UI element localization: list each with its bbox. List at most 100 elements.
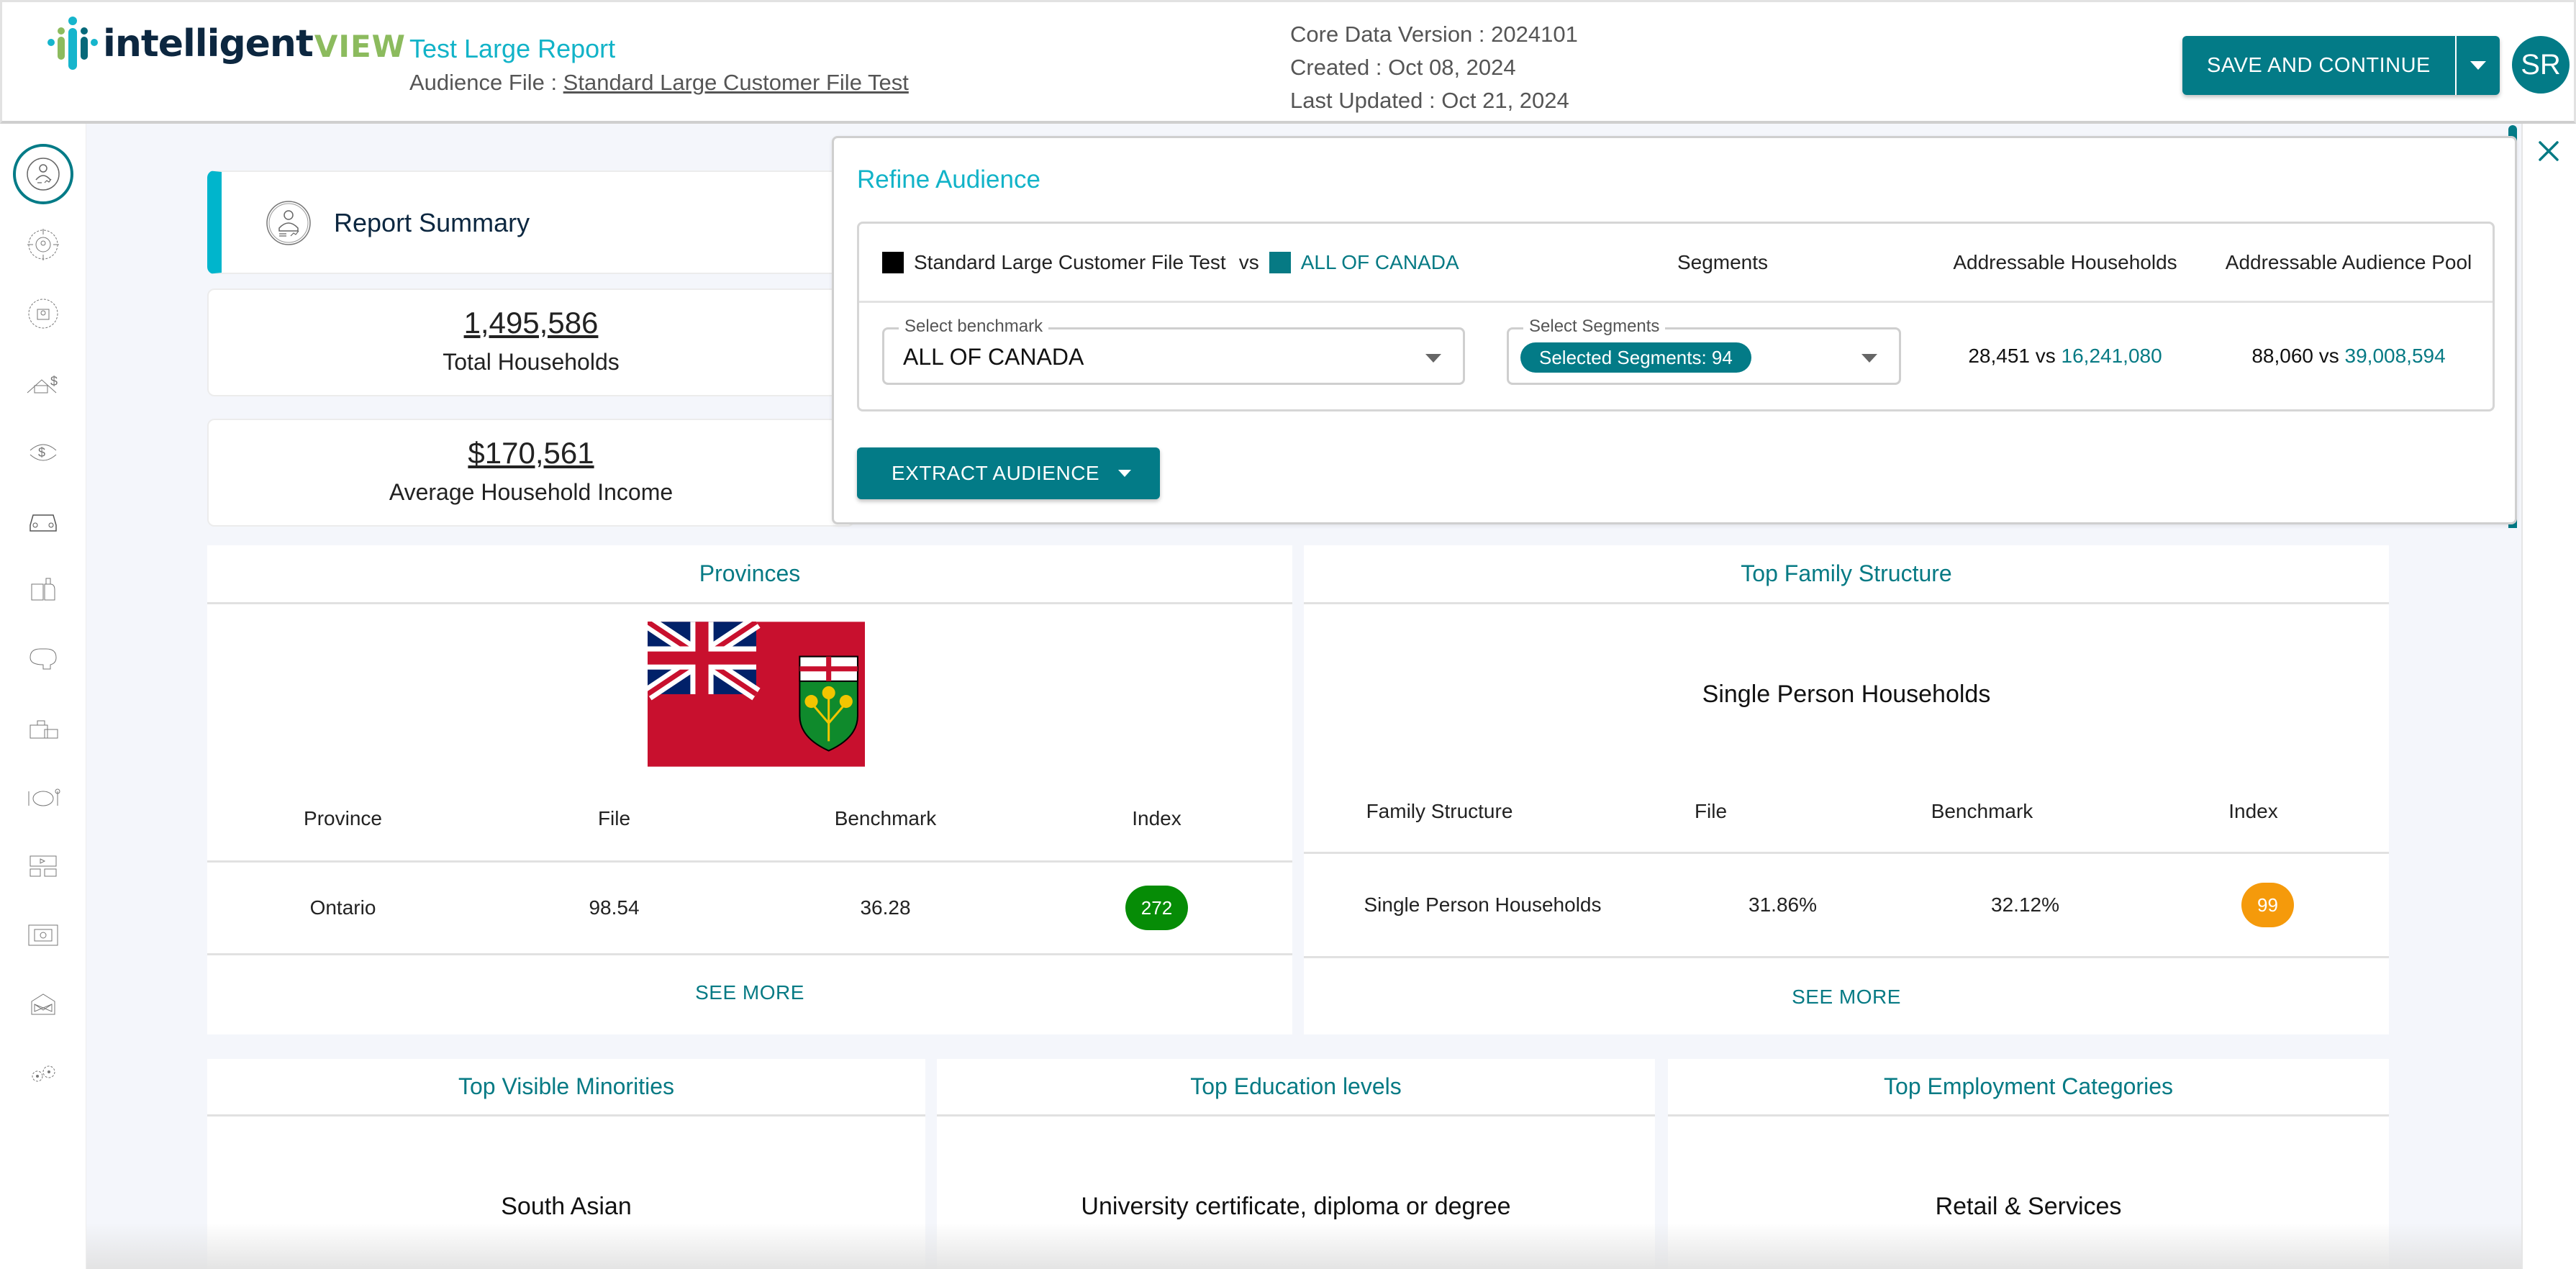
sidebar-item-automotive[interactable]: [13, 491, 73, 551]
comparison-legend: Standard Large Customer File Test vs ALL…: [882, 251, 1459, 274]
housing-finance-icon: $: [27, 374, 58, 394]
sidebar-item-beverage[interactable]: [13, 560, 73, 620]
family-table-header: Family Structure File Benchmark Index: [1304, 800, 2389, 823]
report-meta: Core Data Version : 2024101 Created : Oc…: [1290, 18, 1578, 117]
sidebar-item-demographics[interactable]: [13, 283, 73, 344]
province-name: Ontario: [309, 896, 376, 919]
sidebar-item-shopping[interactable]: [13, 698, 73, 758]
file-color-swatch: [882, 252, 904, 273]
app-header: intelligent VIEW Test Large Report Audie…: [0, 0, 2576, 124]
segments-select[interactable]: Select Segments Selected Segments: 94: [1507, 317, 1901, 385]
vs-label: vs: [2318, 345, 2339, 367]
sidebar-item-mail[interactable]: [13, 974, 73, 1034]
report-summary-title: Report Summary: [334, 208, 530, 237]
addressable-pool-value: 88,060 vs 39,008,594: [2212, 345, 2485, 368]
logo-view: VIEW: [314, 28, 406, 64]
file-name: Standard Large Customer File Test: [914, 251, 1226, 273]
file-value: 31.86%: [1749, 893, 1817, 916]
dining-icon: [28, 788, 60, 806]
column-header: File: [1694, 800, 1728, 822]
family-see-more-button[interactable]: SEE MORE: [1304, 986, 2389, 1009]
visible-minorities-title: Top Visible Minorities: [207, 1059, 925, 1116]
column-header: Province: [304, 807, 382, 829]
education-levels-value: University certificate, diploma or degre…: [1081, 1193, 1511, 1220]
refine-audience-title: Refine Audience: [857, 165, 1040, 194]
refine-table-header: Standard Large Customer File Test vs ALL…: [859, 224, 2493, 303]
total-households-value[interactable]: 1,495,586: [209, 306, 853, 340]
family-structure-name: Single Person Households: [1364, 893, 1602, 916]
video-icon: [28, 924, 58, 946]
core-data-version: Core Data Version : 2024101: [1290, 22, 1578, 47]
family-structure-title: Top Family Structure: [1304, 545, 2389, 604]
sidebar-item-dining[interactable]: [13, 767, 73, 827]
vs-label: vs: [1238, 251, 1259, 273]
caret-down-icon: [1861, 354, 1877, 363]
average-income-value[interactable]: $170,561: [209, 436, 853, 470]
column-header: Benchmark: [1931, 800, 2033, 822]
family-structure-panel: Top Family Structure Single Person House…: [1304, 545, 2389, 1034]
provinces-see-more-button[interactable]: SEE MORE: [207, 981, 1292, 1004]
report-summary-icon: [266, 201, 311, 245]
audience-file-link[interactable]: Standard Large Customer File Test: [563, 70, 909, 95]
benchmark-select[interactable]: Select benchmark ALL OF CANADA: [882, 317, 1465, 385]
average-income-label: Average Household Income: [389, 479, 674, 505]
employment-categories-panel: Top Employment Categories Retail & Servi…: [1668, 1059, 2389, 1269]
close-icon[interactable]: [2534, 137, 2563, 165]
refine-audience-table: Standard Large Customer File Test vs ALL…: [857, 222, 2495, 411]
index-badge: 272: [1125, 886, 1189, 930]
index-cell: 272: [1021, 886, 1292, 930]
sidebar-item-housing[interactable]: $: [13, 352, 73, 413]
right-drawer-strip: [2521, 124, 2576, 1269]
refine-audience-panel: Refine Audience Standard Large Customer …: [832, 136, 2517, 524]
segments-column-header: Segments: [1677, 251, 1769, 273]
created-date: Created : Oct 08, 2024: [1290, 55, 1516, 80]
provinces-panel: Provinces Province File Benchmark Index …: [207, 545, 1292, 1034]
save-and-continue-button[interactable]: SAVE AND CONTINUE: [2182, 36, 2455, 95]
index-cell: 99: [2146, 883, 2389, 927]
households-file-value: 28,451: [1968, 345, 2030, 367]
sidebar-item-report-summary[interactable]: [13, 144, 73, 204]
benchmark-select-value: ALL OF CANADA: [903, 344, 1084, 370]
save-button-group: SAVE AND CONTINUE: [2182, 36, 2500, 95]
addressable-households-value: 28,451 vs 16,241,080: [1936, 345, 2195, 368]
benchmark-select-label: Select benchmark: [899, 317, 1049, 337]
column-header: Index: [2228, 800, 2278, 822]
average-income-card: $170,561 Average Household Income: [207, 419, 855, 527]
employment-categories-value: Retail & Services: [1935, 1193, 2122, 1220]
column-header: File: [597, 807, 631, 829]
employment-categories-title: Top Employment Categories: [1668, 1059, 2389, 1116]
pool-file-value: 88,060: [2251, 345, 2313, 367]
caret-down-icon: [1425, 354, 1441, 363]
column-header: Benchmark: [834, 807, 937, 829]
sidebar-item-finance[interactable]: $: [13, 422, 73, 482]
visible-minorities-value: South Asian: [501, 1193, 632, 1220]
save-options-dropdown-button[interactable]: [2454, 36, 2500, 95]
total-households-label: Total Households: [443, 349, 620, 375]
vs-label: vs: [2035, 345, 2056, 367]
table-row: Single Person Households 31.86% 32.12% 9…: [1304, 852, 2389, 958]
sidebar: $ $: [0, 124, 86, 1269]
sidebar-item-media[interactable]: [13, 836, 73, 896]
benchmark-name: ALL OF CANADA: [1300, 251, 1459, 273]
sidebar-item-mindset[interactable]: [13, 629, 73, 689]
audience-file-line: Audience File : Standard Large Customer …: [409, 70, 909, 96]
education-levels-title: Top Education levels: [937, 1059, 1655, 1116]
column-header: Family Structure: [1366, 800, 1513, 822]
total-households-card: 1,495,586 Total Households: [207, 288, 855, 396]
selected-segments-chip[interactable]: Selected Segments: 94: [1520, 342, 1751, 373]
car-icon: [30, 514, 57, 532]
sidebar-item-video[interactable]: [13, 905, 73, 965]
target-audience-icon: [27, 229, 59, 260]
sidebar-item-settings[interactable]: [13, 1043, 73, 1104]
intelligentview-logo[interactable]: intelligent VIEW: [47, 15, 406, 73]
extract-audience-button[interactable]: EXTRACT AUDIENCE: [857, 447, 1161, 499]
sidebar-item-target-audience[interactable]: [13, 214, 73, 275]
last-updated-date: Last Updated : Oct 21, 2024: [1290, 88, 1569, 113]
addressable-households-header: Addressable Households: [1953, 251, 2177, 273]
report-summary-card: Report Summary: [207, 170, 855, 274]
households-benchmark-value: 16,241,080: [2061, 345, 2162, 367]
beverage-icon: [31, 578, 55, 601]
money-exchange-icon: $: [30, 444, 57, 461]
user-avatar[interactable]: SR: [2512, 36, 2570, 94]
logo-mark-icon: [47, 17, 98, 70]
